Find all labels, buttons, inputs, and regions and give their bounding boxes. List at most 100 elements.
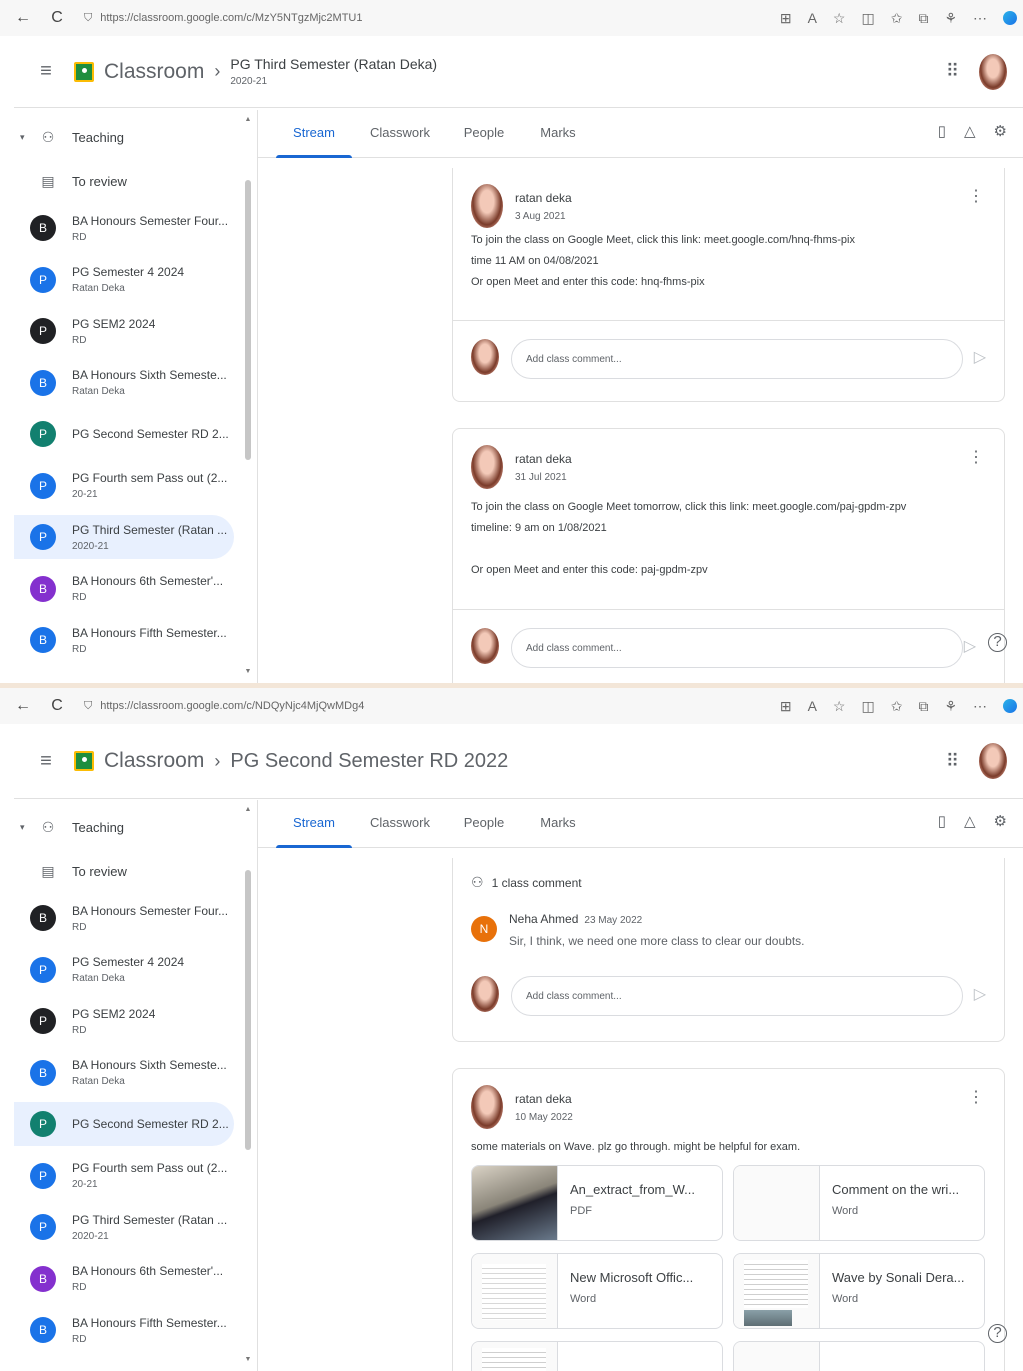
sidebar-class-item[interactable]: B BA Honours Semester Four... RD bbox=[14, 206, 234, 250]
more-options-icon[interactable]: ⋮ bbox=[968, 1087, 984, 1107]
read-aloud-icon[interactable]: A bbox=[808, 10, 817, 26]
tab-stream[interactable]: Stream bbox=[276, 800, 352, 848]
attachment-card[interactable] bbox=[471, 1341, 723, 1371]
back-icon[interactable]: ← bbox=[12, 697, 34, 715]
class-comment-input[interactable]: Add class comment... bbox=[511, 976, 963, 1016]
sidebar-class-item[interactable]: P PG Third Semester (Ratan ... 2020-21 bbox=[14, 1205, 234, 1249]
read-aloud-icon[interactable]: A bbox=[808, 698, 817, 714]
scrollbar-thumb[interactable] bbox=[245, 870, 251, 1150]
favorites-icon[interactable]: ✩ bbox=[891, 10, 903, 27]
tab-marks[interactable]: Marks bbox=[530, 110, 586, 158]
split-screen-icon[interactable]: ◫ bbox=[861, 10, 874, 27]
favorite-icon[interactable]: ☆ bbox=[833, 698, 846, 715]
help-icon[interactable]: ? bbox=[988, 633, 1007, 652]
settings-icon[interactable]: ⚙ bbox=[994, 122, 1007, 140]
tab-people[interactable]: People bbox=[454, 110, 514, 158]
sidebar-class-item[interactable]: P PG Third Semester (Ratan ... 2020-21 bbox=[14, 515, 234, 559]
menu-icon[interactable]: ≡ bbox=[34, 60, 58, 83]
class-comment-input[interactable]: Add class comment... bbox=[511, 339, 963, 379]
tab-stream[interactable]: Stream bbox=[276, 110, 352, 158]
copilot-icon[interactable] bbox=[1003, 699, 1017, 713]
menu-icon[interactable]: ≡ bbox=[34, 750, 58, 773]
back-icon[interactable]: ← bbox=[12, 9, 34, 27]
scroll-down-icon[interactable]: ▼ bbox=[244, 668, 252, 675]
send-icon[interactable]: ▷ bbox=[974, 984, 986, 1004]
sidebar-item-to-review[interactable]: ▤ To review bbox=[14, 858, 234, 884]
address-bar[interactable]: ⛉ https://classroom.google.com/c/MzY5NTg… bbox=[84, 12, 363, 25]
attachment-card[interactable]: An_extract_from_W... PDF bbox=[471, 1165, 723, 1241]
sidebar-class-item[interactable]: B BA Honours Semester Four... RD bbox=[14, 896, 234, 940]
send-icon[interactable]: ▷ bbox=[974, 347, 986, 367]
class-avatar: B bbox=[30, 1059, 56, 1086]
sidebar-item-to-review[interactable]: ▤ To review bbox=[14, 168, 234, 194]
scroll-down-icon[interactable]: ▼ bbox=[244, 1356, 252, 1363]
scrollbar-thumb[interactable] bbox=[245, 180, 251, 460]
scroll-up-icon[interactable]: ▲ bbox=[244, 116, 252, 123]
reload-icon[interactable]: C bbox=[46, 697, 68, 715]
favorites-icon[interactable]: ✩ bbox=[891, 698, 903, 715]
extensions-icon[interactable]: ⚘ bbox=[944, 698, 957, 715]
copilot-icon[interactable] bbox=[1003, 11, 1017, 25]
caret-down-icon[interactable]: ▾ bbox=[20, 822, 25, 833]
sidebar-item-teaching[interactable]: ▾ ⚇ Teaching bbox=[14, 124, 234, 150]
collections-icon[interactable]: ⧉ bbox=[918, 10, 928, 27]
sidebar-class-item[interactable]: B BA Honours 6th Semester'... RD bbox=[14, 1257, 234, 1301]
sidebar-class-item[interactable]: P PG Fourth sem Pass out (2... 20-21 bbox=[14, 464, 234, 508]
address-bar[interactable]: ⛉ https://classroom.google.com/c/NDQyNjc… bbox=[84, 700, 364, 713]
collections-icon[interactable]: ⧉ bbox=[918, 698, 928, 715]
attachment-card[interactable]: New Microsoft Offic... Word bbox=[471, 1253, 723, 1329]
sidebar-class-item[interactable]: P PG Semester 4 2024 Ratan Deka bbox=[14, 258, 234, 302]
google-apps-icon[interactable]: ⠿ bbox=[946, 61, 959, 82]
tab-classwork[interactable]: Classwork bbox=[362, 800, 438, 848]
sidebar-class-item[interactable]: P PG Fourth sem Pass out (2... 20-21 bbox=[14, 1154, 234, 1198]
classroom-logo[interactable] bbox=[74, 751, 94, 771]
sidebar-scrollbar[interactable]: ▲ ▼ bbox=[244, 110, 252, 683]
tab-classwork[interactable]: Classwork bbox=[362, 110, 438, 158]
calendar-icon[interactable]: ▯ bbox=[938, 812, 946, 830]
extensions-icon[interactable]: ⚘ bbox=[944, 10, 957, 27]
tab-people[interactable]: People bbox=[454, 800, 514, 848]
brand-name[interactable]: Classroom bbox=[104, 749, 204, 773]
favorite-icon[interactable]: ☆ bbox=[833, 10, 846, 27]
sidebar-class-item[interactable]: B BA Honours 6th Semester'... RD bbox=[14, 567, 234, 611]
sidebar-class-item[interactable]: P PG Second Semester RD 2... bbox=[14, 1102, 234, 1146]
sidebar-scrollbar[interactable]: ▲ ▼ bbox=[244, 800, 252, 1371]
attachment-card[interactable]: Wave by Sonali Dera... Word bbox=[733, 1253, 985, 1329]
attachment-card[interactable] bbox=[733, 1341, 985, 1371]
settings-icon[interactable]: ⚙ bbox=[994, 812, 1007, 830]
google-apps-icon[interactable]: ⠿ bbox=[946, 751, 959, 772]
sidebar-class-item[interactable]: B BA Honours Fifth Semester... RD bbox=[14, 1308, 234, 1352]
app-available-icon[interactable]: ⊞ bbox=[780, 10, 792, 27]
sidebar-class-item[interactable]: P PG SEM2 2024 RD bbox=[14, 999, 234, 1043]
tab-marks[interactable]: Marks bbox=[530, 800, 586, 848]
help-icon[interactable]: ? bbox=[988, 1324, 1007, 1343]
account-avatar[interactable] bbox=[979, 53, 1007, 90]
classroom-logo[interactable] bbox=[74, 61, 94, 82]
more-options-icon[interactable]: ⋮ bbox=[968, 447, 984, 467]
drive-icon[interactable]: △ bbox=[964, 812, 976, 830]
class-subtitle: RD bbox=[72, 334, 87, 346]
brand-name[interactable]: Classroom bbox=[104, 60, 204, 84]
caret-down-icon[interactable]: ▾ bbox=[20, 132, 25, 143]
sidebar-class-item[interactable]: P PG SEM2 2024 RD bbox=[14, 309, 234, 353]
sidebar-class-item[interactable]: P PG Semester 4 2024 Ratan Deka bbox=[14, 948, 234, 992]
more-icon[interactable]: ⋯ bbox=[973, 698, 987, 715]
scroll-up-icon[interactable]: ▲ bbox=[244, 806, 252, 813]
sidebar-class-item[interactable]: B BA Honours Sixth Semeste... Ratan Deka bbox=[14, 361, 234, 405]
more-options-icon[interactable]: ⋮ bbox=[968, 186, 984, 206]
class-comments-toggle[interactable]: ⚇ 1 class comment bbox=[471, 874, 582, 891]
class-comment-input[interactable]: Add class comment... bbox=[511, 628, 963, 668]
sidebar-item-teaching[interactable]: ▾ ⚇ Teaching bbox=[14, 814, 234, 840]
calendar-icon[interactable]: ▯ bbox=[938, 122, 946, 140]
attachment-card[interactable]: Comment on the wri... Word bbox=[733, 1165, 985, 1241]
reload-icon[interactable]: C bbox=[46, 9, 68, 27]
sidebar-class-item[interactable]: B BA Honours Sixth Semeste... Ratan Deka bbox=[14, 1051, 234, 1095]
more-icon[interactable]: ⋯ bbox=[973, 10, 987, 27]
drive-icon[interactable]: △ bbox=[964, 122, 976, 140]
app-available-icon[interactable]: ⊞ bbox=[780, 698, 792, 715]
sidebar-class-item[interactable]: B BA Honours Fifth Semester... RD bbox=[14, 618, 234, 662]
sidebar-class-item[interactable]: P PG Second Semester RD 2... bbox=[14, 412, 234, 456]
account-avatar[interactable] bbox=[979, 743, 1007, 779]
send-icon[interactable]: ▷ bbox=[964, 636, 976, 656]
split-screen-icon[interactable]: ◫ bbox=[861, 698, 874, 715]
